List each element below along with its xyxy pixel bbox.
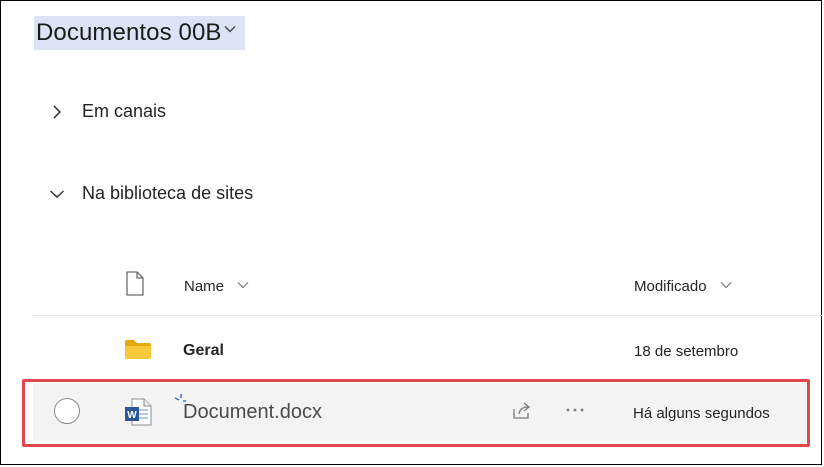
library-title: Documentos 00B — [36, 19, 222, 46]
section-in-channels-label: Em canais — [82, 101, 167, 121]
column-header-modified-label: Modificado — [634, 278, 707, 295]
chevron-down-icon — [224, 26, 236, 33]
table-row[interactable]: Geral 18 de setembro — [33, 323, 809, 381]
word-document-icon: W — [125, 398, 152, 426]
chevron-down-icon — [49, 189, 65, 198]
row-select-checkbox[interactable] — [54, 398, 80, 424]
section-site-library-label: Na biblioteca de sites — [82, 183, 254, 203]
svg-text:W: W — [127, 410, 137, 421]
share-icon[interactable] — [511, 401, 533, 421]
row-name[interactable]: Document.docx — [183, 401, 322, 424]
more-options-icon[interactable] — [565, 407, 585, 413]
column-header-name[interactable]: Name — [184, 278, 249, 295]
file-type-header-icon[interactable] — [125, 271, 145, 297]
table-row[interactable]: W Document.docx Há alguns segundos — [33, 383, 809, 441]
row-modified: Há alguns segundos — [633, 405, 770, 422]
chevron-down-icon — [237, 281, 249, 288]
chevron-right-icon — [53, 104, 62, 119]
column-header-modified[interactable]: Modificado — [634, 278, 732, 295]
column-header-name-label: Name — [184, 278, 225, 295]
header-divider — [33, 315, 823, 316]
library-title-selector[interactable]: Documentos 00B — [34, 16, 245, 50]
row-name[interactable]: Geral — [183, 342, 224, 360]
section-site-library[interactable]: Na biblioteca de sites — [49, 183, 253, 204]
chevron-down-icon — [720, 281, 731, 288]
document-library-pane: Documentos 00B Em canais Na biblioteca d… — [0, 0, 823, 465]
folder-icon — [125, 340, 151, 359]
section-in-channels[interactable]: Em canais — [49, 101, 166, 122]
row-modified: 18 de setembro — [634, 343, 739, 360]
